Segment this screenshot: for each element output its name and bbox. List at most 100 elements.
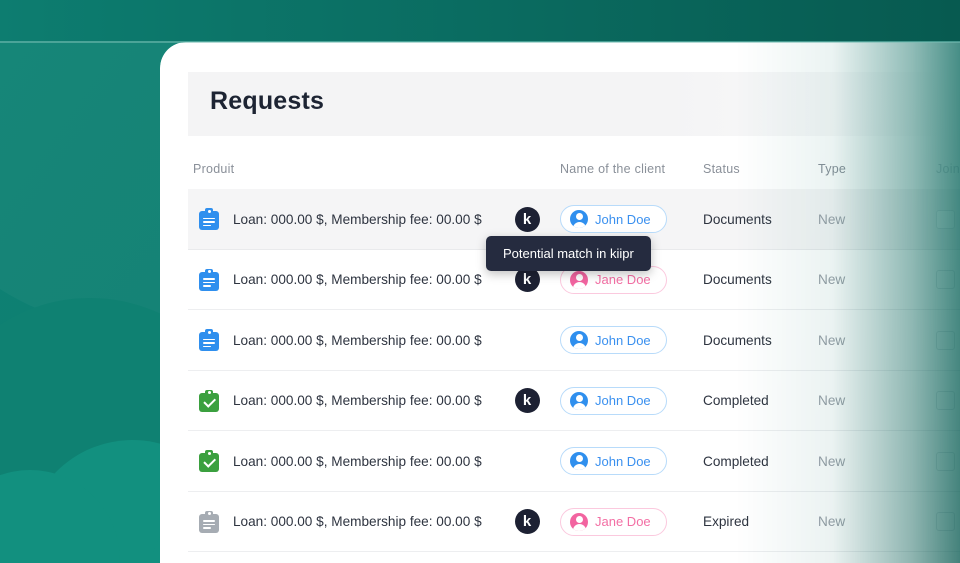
- status-label: Completed: [703, 393, 769, 409]
- join-checkbox[interactable]: [936, 330, 955, 350]
- type-label: New: [818, 514, 846, 530]
- table-row[interactable]: Loan: 000.00 $, Membership fee: 00.00 $ J…: [188, 431, 960, 492]
- column-header-produit: Produit: [193, 162, 235, 176]
- product-icon-cell: [194, 250, 224, 311]
- join-checkbox[interactable]: [936, 391, 955, 411]
- join-cell: [936, 492, 955, 553]
- requests-card-inner: Requests Produit Name of the client Stat…: [160, 42, 960, 563]
- join-checkbox[interactable]: [936, 451, 955, 471]
- client-pill[interactable]: Jane Doe: [560, 507, 667, 536]
- join-cell: [936, 371, 955, 432]
- column-header-joins: Joins: [936, 162, 960, 176]
- join-checkbox[interactable]: [936, 270, 955, 290]
- client-pill[interactable]: John Doe: [560, 326, 667, 355]
- person-icon: [570, 512, 588, 531]
- clipboard-check-icon: [199, 450, 219, 473]
- person-icon: [570, 331, 588, 350]
- client-cell: John Doe: [560, 310, 667, 371]
- product-cell: Loan: 000.00 $, Membership fee: 00.00 $: [233, 250, 482, 311]
- product-label: Loan: 000.00 $, Membership fee: 00.00 $: [233, 453, 482, 469]
- product-cell: Loan: 000.00 $, Membership fee: 00.00 $: [233, 189, 482, 250]
- clipboard-lines-icon: [199, 329, 219, 352]
- client-cell: John Doe: [560, 431, 667, 492]
- column-header-name: Name of the client: [560, 162, 666, 176]
- product-label: Loan: 000.00 $, Membership fee: 00.00 $: [233, 272, 482, 288]
- client-cell: John Doe: [560, 371, 667, 432]
- status-cell: Documents: [703, 310, 772, 371]
- person-icon: [570, 391, 588, 410]
- kiipr-badge[interactable]: k: [514, 206, 540, 232]
- join-checkbox[interactable]: [936, 209, 955, 229]
- top-band-divider: [0, 41, 960, 43]
- person-icon: [570, 452, 588, 471]
- client-pill[interactable]: John Doe: [560, 447, 667, 476]
- product-icon-cell: [194, 371, 224, 432]
- status-cell: Expired: [703, 492, 749, 553]
- table-row[interactable]: Loan: 000.00 $, Membership fee: 00.00 $ k…: [188, 492, 960, 553]
- person-icon: [570, 270, 588, 289]
- status-cell: Documents: [703, 250, 772, 311]
- type-cell: New: [818, 371, 845, 432]
- kiipr-badge[interactable]: k: [514, 267, 540, 293]
- kiipr-badge-cell: k: [510, 492, 544, 553]
- type-cell: New: [818, 250, 845, 311]
- clipboard-lines-icon: [199, 510, 219, 533]
- client-name-label: Jane Doe: [595, 272, 651, 288]
- product-cell: Loan: 000.00 $, Membership fee: 00.00 $: [233, 431, 482, 492]
- type-cell: New: [818, 431, 845, 492]
- status-cell: Completed: [703, 431, 769, 492]
- status-label: Documents: [703, 272, 772, 288]
- page-title: Requests: [210, 87, 325, 115]
- type-label: New: [818, 453, 846, 469]
- join-checkbox[interactable]: [936, 512, 955, 532]
- type-label: New: [818, 272, 846, 288]
- status-label: Completed: [703, 453, 769, 469]
- clipboard-lines-icon: [199, 268, 219, 291]
- status-label: Documents: [703, 332, 772, 348]
- status-cell: Completed: [703, 371, 769, 432]
- client-name-label: John Doe: [595, 453, 651, 469]
- table-row[interactable]: Loan: 000.00 $, Membership fee: 00.00 $ J…: [188, 310, 960, 371]
- status-label: Expired: [703, 514, 750, 530]
- join-cell: [936, 250, 955, 311]
- join-cell: [936, 189, 955, 250]
- person-icon: [570, 210, 588, 229]
- product-label: Loan: 000.00 $, Membership fee: 00.00 $: [233, 332, 482, 348]
- product-icon-cell: [194, 492, 224, 553]
- type-label: New: [818, 332, 846, 348]
- product-icon-cell: [194, 310, 224, 371]
- status-cell: Documents: [703, 189, 772, 250]
- kiipr-badge-cell: [510, 431, 544, 492]
- client-name-label: John Doe: [595, 393, 651, 409]
- product-label: Loan: 000.00 $, Membership fee: 00.00 $: [233, 211, 482, 227]
- client-pill[interactable]: John Doe: [560, 205, 667, 234]
- table-row[interactable]: Loan: 000.00 $, Membership fee: 00.00 $ k…: [188, 371, 960, 432]
- product-cell: Loan: 000.00 $, Membership fee: 00.00 $: [233, 310, 482, 371]
- client-cell: Jane Doe: [560, 492, 667, 553]
- kiipr-badge[interactable]: k: [514, 388, 540, 414]
- client-name-label: Jane Doe: [595, 514, 651, 530]
- client-name-label: John Doe: [595, 332, 651, 348]
- requests-card: Requests Produit Name of the client Stat…: [160, 42, 960, 563]
- client-pill[interactable]: John Doe: [560, 386, 667, 415]
- product-cell: Loan: 000.00 $, Membership fee: 00.00 $: [233, 492, 482, 553]
- column-header-status: Status: [703, 162, 740, 176]
- table-column-headers: Produit Name of the client Status Type J…: [188, 162, 960, 190]
- join-cell: [936, 431, 955, 492]
- kiipr-badge[interactable]: k: [514, 509, 540, 535]
- type-cell: New: [818, 310, 845, 371]
- kiipr-badge-cell: [510, 310, 544, 371]
- product-cell: Loan: 000.00 $, Membership fee: 00.00 $: [233, 371, 482, 432]
- type-label: New: [818, 393, 846, 409]
- clipboard-check-icon: [199, 389, 219, 412]
- client-name-label: John Doe: [595, 211, 651, 227]
- clipboard-lines-icon: [199, 208, 219, 231]
- kiipr-badge-cell: k: [510, 371, 544, 432]
- potential-match-tooltip: Potential match in kiipr: [486, 236, 651, 271]
- join-cell: [936, 310, 955, 371]
- type-cell: New: [818, 189, 845, 250]
- type-cell: New: [818, 492, 845, 553]
- type-label: New: [818, 211, 846, 227]
- top-teal-band: [0, 0, 960, 41]
- product-icon-cell: [194, 431, 224, 492]
